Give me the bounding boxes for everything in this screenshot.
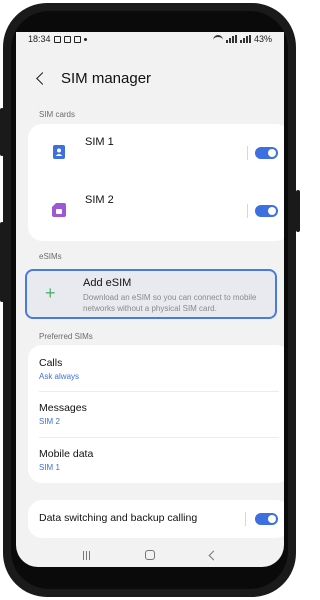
status-bar: 18:34 43%: [16, 32, 284, 46]
recents-icon[interactable]: [83, 550, 91, 560]
wifi-icon: [212, 35, 223, 43]
chevron-left-icon[interactable]: [36, 71, 49, 85]
data-switching-label: Data switching and backup calling: [39, 512, 198, 524]
bug-notification-icon: [73, 35, 81, 43]
sim-2-label: SIM 2: [85, 194, 114, 206]
divider: [247, 146, 248, 160]
mobile-data-value: SIM 1: [39, 463, 60, 472]
screen: 18:34 43% SIM manager SIM cards SIM 1 SI…: [16, 32, 284, 567]
status-time: 18:34: [28, 34, 51, 44]
preferred-sims-card: Calls Ask always Messages SIM 2 Mobile d…: [28, 345, 284, 483]
preferred-mobile-data-row[interactable]: Mobile data SIM 1: [28, 438, 284, 483]
home-icon[interactable]: [144, 550, 155, 560]
signal-2-icon: [239, 35, 251, 43]
battery-level: 43%: [253, 34, 272, 44]
section-label-sim-cards: SIM cards: [39, 110, 76, 119]
add-esim-title: Add eSIM: [83, 277, 132, 289]
calls-title: Calls: [39, 357, 63, 369]
sim-1-label: SIM 1: [85, 136, 114, 148]
add-esim-description: Download an eSIM so you can connect to m…: [83, 293, 257, 313]
page-header: SIM manager: [16, 60, 284, 96]
messages-title: Messages: [39, 402, 87, 414]
back-nav-icon[interactable]: [208, 550, 219, 560]
section-label-preferred-sims: Preferred SIMs: [39, 332, 93, 341]
messages-value: SIM 2: [39, 417, 60, 426]
sim-row-1[interactable]: SIM 1: [28, 124, 284, 182]
data-switching-card[interactable]: Data switching and backup calling: [28, 500, 284, 538]
signal-icon: [225, 35, 237, 43]
more-notifications-icon: [83, 37, 87, 41]
volume-up-button: [0, 108, 4, 156]
divider: [247, 204, 248, 218]
gallery-notification-icon: [53, 35, 61, 43]
sim-cards-card: SIM 1 SIM 2: [28, 124, 284, 241]
sd-card-notification-icon: [63, 35, 71, 43]
data-switching-toggle[interactable]: [255, 513, 278, 525]
sim-2-toggle[interactable]: [255, 205, 278, 217]
sim-row-2[interactable]: SIM 2: [28, 182, 284, 240]
preferred-messages-row[interactable]: Messages SIM 2: [28, 392, 284, 437]
navigation-bar: [16, 543, 284, 567]
sim-1-toggle[interactable]: [255, 147, 278, 159]
calls-value: Ask always: [39, 372, 80, 381]
mobile-data-title: Mobile data: [39, 448, 94, 460]
page-title: SIM manager: [61, 69, 152, 87]
volume-down-button: [0, 222, 4, 302]
sim-card-icon: [52, 203, 66, 217]
add-esim-button[interactable]: + Add eSIM Download an eSIM so you can c…: [25, 269, 277, 319]
preferred-calls-row[interactable]: Calls Ask always: [28, 345, 284, 390]
section-label-esims: eSIMs: [39, 252, 62, 261]
power-button: [296, 190, 300, 232]
divider: [245, 512, 246, 526]
plus-icon: +: [45, 283, 56, 303]
sim-person-icon: [52, 145, 66, 159]
